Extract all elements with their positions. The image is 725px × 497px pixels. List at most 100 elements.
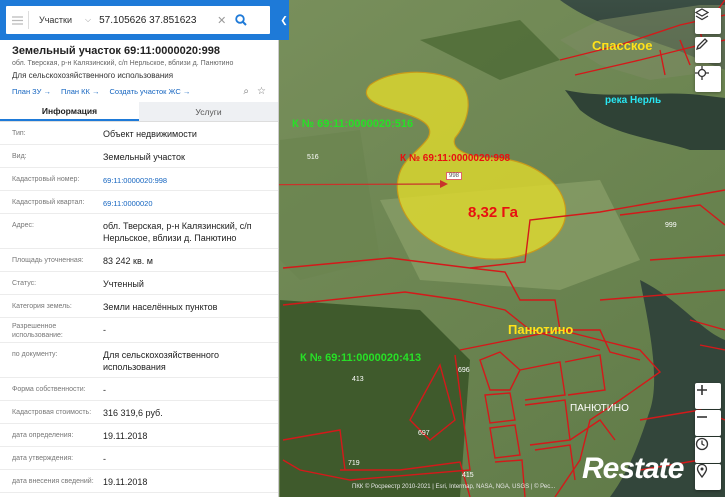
info-row: Статус: Учтенный — [0, 272, 278, 295]
info-value: - — [103, 385, 106, 395]
link-plan-kk[interactable]: План КК → — [61, 87, 100, 96]
pencil-icon — [695, 38, 708, 51]
info-value: - — [103, 454, 106, 464]
info-row: дата определения: 19.11.2018 — [0, 424, 278, 447]
info-panel: Земельный участок 69:11:0000020:998 обл.… — [0, 40, 279, 497]
parcel-address: обл. Тверская, р-н Калязинский, с/п Нерл… — [12, 60, 234, 67]
label-panyutino: Панютино — [508, 322, 574, 337]
search-icon — [235, 14, 247, 26]
info-key: Тип: — [12, 130, 26, 137]
info-value: обл. Тверская, р-н Калязинский, с/п Нерл… — [103, 221, 252, 243]
label-area: 8,32 Га — [468, 204, 519, 221]
info-key: дата утверждения: — [12, 455, 74, 462]
collapse-panel-button[interactable]: ❮ — [279, 0, 289, 40]
cadastral-quarter-link[interactable]: 69:11:0000020 — [103, 191, 270, 213]
info-row: Разрешенное использование: - — [0, 318, 278, 343]
label-998-tag: 998 — [446, 172, 463, 180]
search-extent-icon[interactable]: ⌕ — [243, 86, 249, 97]
zoom-out-button[interactable] — [695, 410, 721, 436]
info-row: Кадастровая стоимость: 316 319,6 руб. — [0, 401, 278, 424]
label-num-697: 697 — [418, 430, 430, 437]
parcel-title: Земельный участок 69:11:0000020:998 — [12, 45, 221, 57]
info-key: Форма собственности: — [12, 386, 86, 393]
restate-watermark: Restate — [582, 452, 684, 485]
info-key: дата определения: — [12, 432, 74, 439]
label-parcel-413: К № 69:11:0000020:413 — [300, 352, 422, 364]
info-key: Кадастровый квартал: — [12, 199, 85, 206]
info-row: Категория земель: Земли населённых пункт… — [0, 295, 278, 318]
info-key: Вид: — [12, 153, 27, 160]
search-box: Участки ⌵ 57.105626 37.851623 ✕ — [6, 6, 270, 34]
info-row: Тип: Объект недвижимости — [0, 122, 278, 145]
search-button[interactable] — [231, 14, 251, 26]
info-row: по документу: Для сельскохозяйственного … — [0, 343, 278, 378]
info-value: Земельный участок — [103, 152, 185, 162]
info-key: Площадь уточненная: — [12, 257, 84, 264]
info-row: Вид: Земельный участок — [0, 145, 278, 168]
locate-button[interactable] — [695, 66, 721, 92]
history-button[interactable] — [695, 437, 721, 463]
menu-icon[interactable] — [6, 15, 28, 25]
info-row: Кадастровый номер: 69:11:0000020:998 — [0, 168, 278, 191]
parcel-links: План ЗУ → План КК → Создать участок ЖС →… — [0, 80, 278, 98]
edit-button[interactable] — [695, 37, 721, 63]
map-pin-icon — [696, 464, 708, 478]
info-row: Адрес: обл. Тверская, р-н Калязинский, с… — [0, 214, 278, 249]
info-value: Объект недвижимости — [103, 129, 197, 139]
info-value: Для сельскохозяйственного использования — [103, 350, 219, 372]
chevron-down-icon[interactable]: ⌵ — [85, 15, 91, 25]
star-icon[interactable]: ☆ — [257, 86, 266, 97]
info-row: Площадь уточненная: 83 242 кв. м — [0, 249, 278, 272]
label-num-516: 516 — [307, 154, 319, 161]
info-key: по документу: — [12, 351, 58, 358]
info-key: Адрес: — [12, 222, 34, 229]
info-value: 19.11.2018 — [103, 477, 148, 487]
parcel-purpose: Для сельскохозяйственного использования — [12, 71, 174, 80]
info-key: Кадастровая стоимость: — [12, 409, 92, 416]
plus-icon — [697, 385, 707, 395]
panel-tabs: Информация Услуги — [0, 102, 278, 122]
info-value: Земли населённых пунктов — [103, 302, 218, 312]
info-key: Статус: — [12, 280, 37, 287]
info-value: 19.11.2018 — [103, 431, 148, 441]
link-plan-zu[interactable]: План ЗУ → — [12, 87, 51, 96]
search-category-select[interactable]: Участки — [39, 15, 85, 25]
info-row: дата внесения сведений: 19.11.2018 — [0, 470, 278, 493]
layers-icon — [695, 8, 709, 21]
label-parcel-998: К № 69:11:0000020:998 — [400, 153, 511, 164]
info-value: 316 319,6 руб. — [103, 408, 163, 418]
marker-button[interactable] — [695, 464, 721, 490]
label-num-696: 696 — [458, 367, 470, 374]
info-key: дата внесения сведений: — [12, 478, 94, 485]
label-num-413: 413 — [352, 376, 364, 383]
chevron-left-icon: ❮ — [280, 14, 288, 25]
label-river: река Нерль — [605, 95, 662, 106]
clock-icon — [695, 437, 709, 451]
search-input[interactable]: 57.105626 37.851623 — [99, 15, 217, 26]
link-create-parcel[interactable]: Создать участок ЖС → — [109, 87, 190, 96]
search-bar: Участки ⌵ 57.105626 37.851623 ✕ — [0, 0, 279, 40]
info-value: - — [103, 325, 106, 335]
tab-services[interactable]: Услуги — [139, 102, 278, 121]
info-row: дата утверждения: - — [0, 447, 278, 470]
info-row: Кадастровый квартал: 69:11:0000020 — [0, 191, 278, 214]
info-key: Кадастровый номер: — [12, 176, 80, 183]
info-value: Учтенный — [103, 279, 144, 289]
cadastral-number-link[interactable]: 69:11:0000020:998 — [103, 168, 270, 190]
tab-info[interactable]: Информация — [0, 102, 139, 121]
layers-button[interactable] — [695, 8, 721, 34]
map-copyright: ПКК © Росреестр 2010-2021 | Esri, Interm… — [352, 484, 556, 490]
info-row: Форма собственности: - — [0, 378, 278, 401]
label-parcel-516: К № 69:11:0000020:516 — [292, 118, 414, 130]
label-num-415: 415 — [462, 472, 474, 479]
info-key: Категория земель: — [12, 303, 72, 310]
label-num-719: 719 — [348, 460, 360, 467]
label-num-999: 999 — [665, 222, 677, 229]
zoom-in-button[interactable] — [695, 383, 721, 409]
clear-icon[interactable]: ✕ — [217, 14, 231, 27]
minus-icon — [697, 416, 707, 418]
label-panyutino-base: ПАНЮТИНО — [570, 403, 629, 414]
info-key: Разрешенное использование: — [12, 323, 63, 339]
label-spasskoe: Спасское — [592, 38, 653, 53]
info-value: 83 242 кв. м — [103, 256, 153, 266]
